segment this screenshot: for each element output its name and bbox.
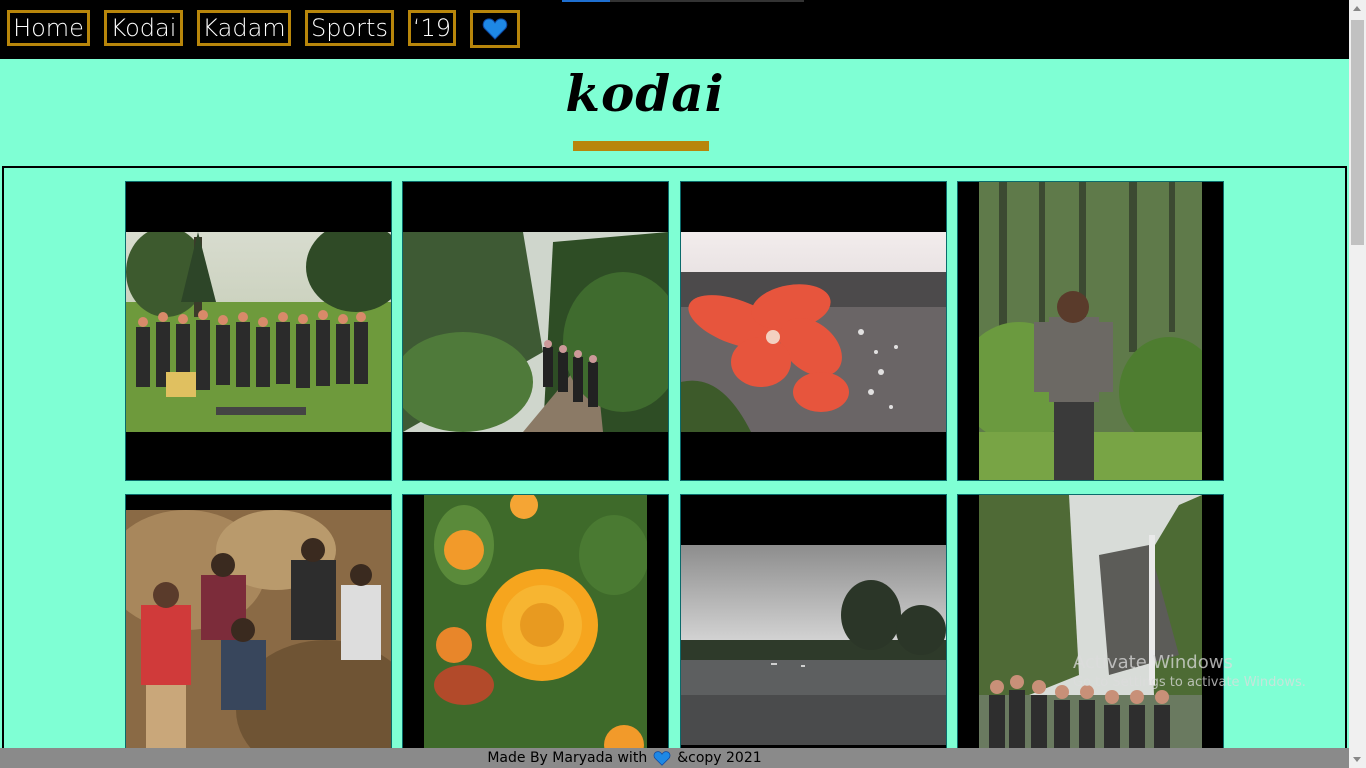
- footer: Made By Maryada with &copy 2021: [0, 748, 1349, 768]
- gallery-tile-group-photo[interactable]: [125, 181, 392, 481]
- windows-activation-watermark: Activate Windows Go to Settings to activ…: [1073, 652, 1306, 690]
- nav-home-button[interactable]: Home: [7, 10, 90, 46]
- footer-text-before: Made By Maryada with: [487, 750, 648, 766]
- gallery-tile-forest-path[interactable]: [402, 181, 669, 481]
- forest-path-image: [403, 232, 668, 432]
- page-title: kodai: [565, 64, 725, 123]
- lake-landscape-image: [681, 545, 946, 745]
- group-on-rocks-image: [126, 510, 391, 768]
- person-in-forest-image: [979, 182, 1202, 480]
- gallery-tile-waterfall-group[interactable]: [957, 494, 1224, 768]
- group-photo-park-image: [126, 232, 391, 432]
- gallery-tile-red-flower-lake[interactable]: [680, 181, 947, 481]
- red-flower-lake-image: [681, 232, 946, 432]
- nav-sports-button[interactable]: Sports: [305, 10, 394, 46]
- gallery-tile-rocks-group[interactable]: [125, 494, 392, 768]
- nav-kodai-button[interactable]: Kodai: [104, 10, 183, 46]
- vertical-scrollbar[interactable]: [1349, 0, 1366, 768]
- title-underline: [573, 141, 709, 151]
- scroll-progress-fill: [562, 0, 611, 2]
- nav-heart-button[interactable]: [470, 10, 520, 48]
- heart-icon: [653, 750, 671, 766]
- nav-kadam-button[interactable]: Kadam: [197, 10, 291, 46]
- scroll-up-arrow-icon[interactable]: [1353, 6, 1361, 11]
- waterfall-group-image: [979, 495, 1202, 768]
- gallery-tile-person-forest[interactable]: [957, 181, 1224, 481]
- scroll-progress-bar: [562, 0, 804, 2]
- heart-icon: [482, 18, 508, 40]
- nav-19-button[interactable]: ‘19: [408, 10, 456, 46]
- footer-text-after: &copy 2021: [677, 750, 762, 766]
- gallery-tile-orange-flower[interactable]: [402, 494, 669, 768]
- scrollbar-thumb[interactable]: [1351, 20, 1364, 245]
- watermark-subtitle: Go to Settings to activate Windows.: [1073, 675, 1306, 690]
- scroll-down-arrow-icon[interactable]: [1353, 757, 1361, 762]
- top-navbar: Home Kodai Kadam Sports ‘19: [0, 0, 1349, 59]
- gallery-tile-lake[interactable]: [680, 494, 947, 768]
- watermark-title: Activate Windows: [1073, 652, 1233, 673]
- orange-marigold-image: [424, 495, 647, 768]
